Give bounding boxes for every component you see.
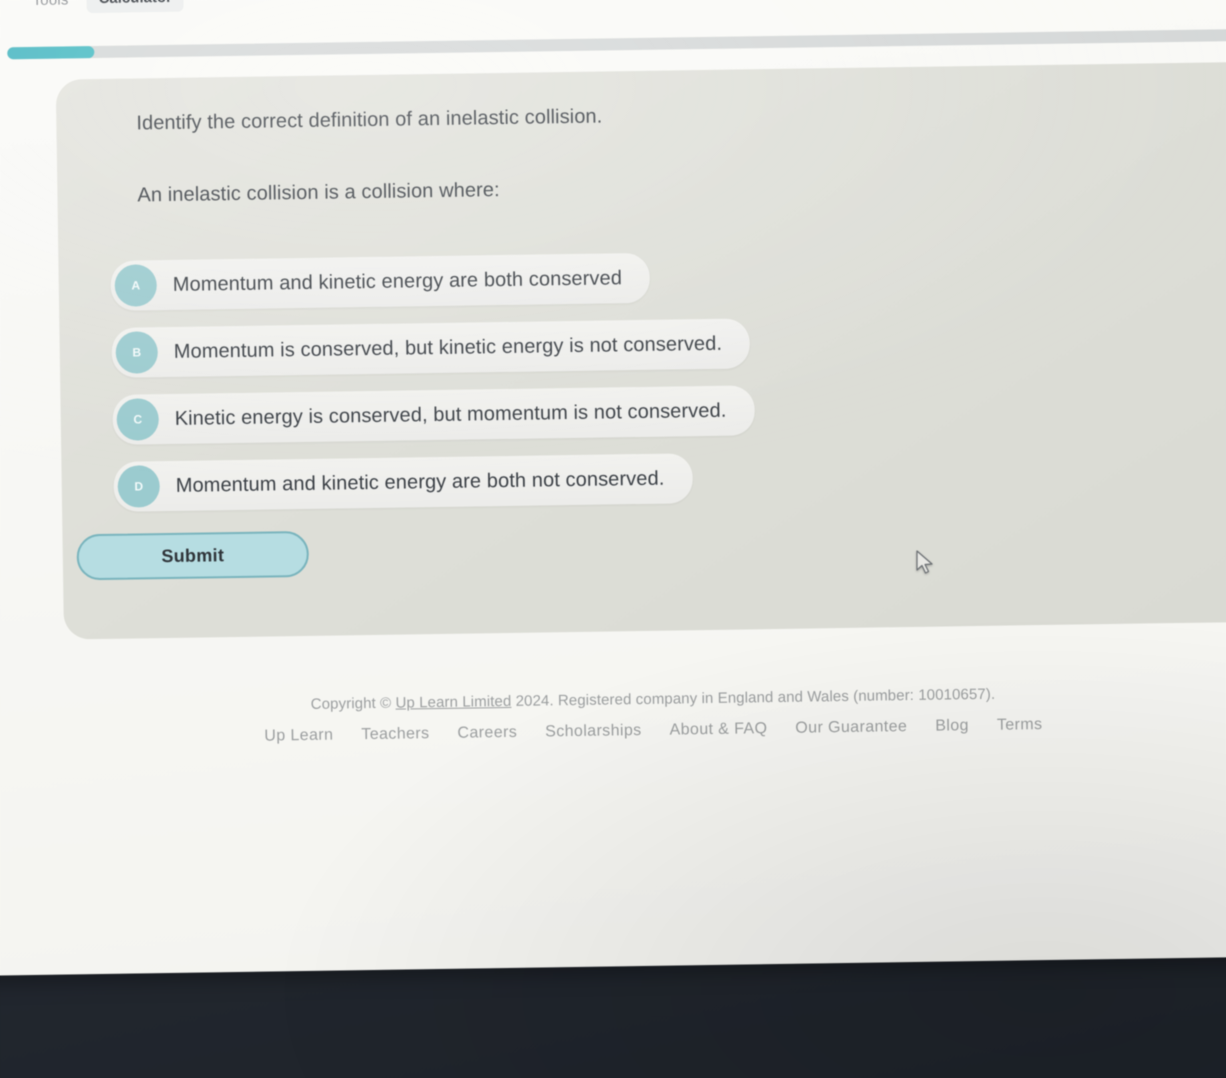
toolbar: Tools Calculator: [32, 0, 185, 13]
screen-photo: Tools Calculator Identify the correct de…: [0, 0, 1226, 1078]
browser-page: Tools Calculator Identify the correct de…: [0, 0, 1226, 976]
footer-link-scholarships[interactable]: Scholarships: [545, 722, 642, 741]
question-card: Identify the correct definition of an in…: [55, 61, 1226, 640]
footer-links: Up Learn Teachers Careers Scholarships A…: [0, 712, 1226, 750]
answer-option-c[interactable]: C Kinetic energy is conserved, but momen…: [112, 385, 755, 445]
footer-link-our-guarantee[interactable]: Our Guarantee: [795, 718, 907, 738]
footer: Copyright © Up Learn Limited 2024. Regis…: [0, 681, 1226, 750]
answer-option-b[interactable]: B Momentum is conserved, but kinetic ene…: [111, 318, 751, 378]
option-letter-badge-a: A: [114, 264, 158, 307]
submit-button[interactable]: Submit: [76, 530, 310, 581]
footer-link-about-faq[interactable]: About & FAQ: [669, 720, 767, 739]
option-letter-badge-c: C: [116, 398, 160, 441]
tools-label: Tools: [32, 0, 68, 8]
option-label-b: Momentum is conserved, but kinetic energ…: [173, 332, 723, 363]
footer-link-blog[interactable]: Blog: [935, 717, 969, 735]
progress-bar-track: [7, 28, 1226, 60]
calculator-button[interactable]: Calculator: [86, 0, 185, 13]
answer-option-a[interactable]: A Momentum and kinetic energy are both c…: [110, 252, 651, 311]
option-label-a: Momentum and kinetic energy are both con…: [172, 266, 623, 296]
progress-bar-fill: [7, 46, 95, 60]
answer-option-d[interactable]: D Momentum and kinetic energy are both n…: [113, 453, 693, 512]
footer-brand-link[interactable]: Up Learn Limited: [395, 693, 511, 712]
option-letter-badge-d: D: [117, 465, 161, 508]
option-letter-badge-b: B: [115, 331, 159, 374]
option-label-c: Kinetic energy is conserved, but momentu…: [174, 399, 727, 430]
footer-copyright-suffix: 2024. Registered company in England and …: [511, 685, 996, 710]
question-stem: An inelastic collision is a collision wh…: [137, 179, 500, 207]
footer-link-careers[interactable]: Careers: [457, 724, 517, 743]
footer-link-teachers[interactable]: Teachers: [361, 725, 429, 744]
answer-options-list: A Momentum and kinetic energy are both c…: [110, 251, 755, 512]
footer-copyright: Copyright © Up Learn Limited 2024. Regis…: [0, 681, 1226, 718]
question-title: Identify the correct definition of an in…: [136, 105, 603, 135]
footer-link-up-learn[interactable]: Up Learn: [264, 727, 333, 746]
option-label-d: Momentum and kinetic energy are both not…: [175, 467, 665, 497]
footer-copyright-prefix: Copyright ©: [310, 694, 396, 713]
footer-link-terms[interactable]: Terms: [997, 716, 1043, 735]
